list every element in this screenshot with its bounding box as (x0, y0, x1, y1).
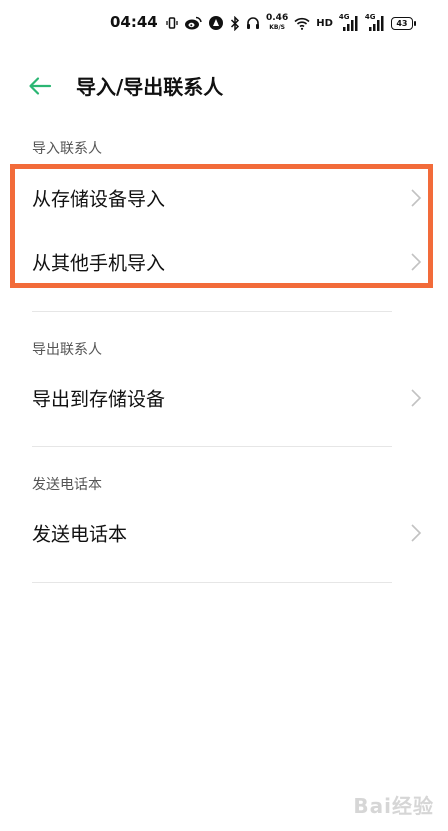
watermark: Bai经验 (353, 794, 434, 818)
signal-icon: 4G (364, 13, 385, 32)
back-arrow-icon (29, 77, 52, 95)
signal-icon: 4G (338, 13, 359, 32)
weibo-icon (185, 16, 202, 30)
signal-2-tag: 4G (364, 13, 376, 21)
import-from-other-phone-row[interactable]: 从其他手机导入 (0, 230, 448, 294)
chevron-right-icon (411, 253, 422, 271)
send-phonebook-row[interactable]: 发送电话本 (0, 501, 448, 565)
row-label: 从其他手机导入 (32, 252, 166, 275)
divider (32, 582, 392, 583)
signal-1-tag: 4G (338, 13, 350, 21)
battery-level: 43 (396, 18, 408, 28)
export-to-storage-row[interactable]: 导出到存储设备 (0, 366, 448, 430)
row-label: 从存储设备导入 (32, 188, 166, 211)
row-label: 发送电话本 (32, 523, 128, 546)
vibrate-icon (166, 17, 178, 29)
status-icons: 0.46 KB/S HD 4G 4G 43 (166, 10, 416, 36)
chevron-right-icon (411, 389, 422, 407)
status-time: 04:44 (110, 13, 158, 31)
row-label: 导出到存储设备 (32, 388, 166, 411)
back-button[interactable] (26, 72, 54, 100)
bluetooth-icon (230, 15, 240, 31)
net-speed-unit: KB/S (269, 24, 285, 31)
chevron-right-icon (411, 189, 422, 207)
battery-icon: 43 (390, 16, 416, 30)
net-speed-value: 0.46 (266, 13, 289, 23)
header: 导入/导出联系人 (0, 60, 448, 112)
divider (32, 446, 392, 447)
divider (32, 311, 392, 312)
wifi-icon (294, 17, 310, 30)
section-label-export: 导出联系人 (32, 342, 102, 358)
status-bar: 04:44 0.46 KB/S HD 4G 4G 43 (0, 0, 448, 46)
app-icon (209, 16, 223, 30)
headset-icon (247, 17, 259, 29)
chevron-right-icon (411, 524, 422, 542)
section-label-send: 发送电话本 (32, 477, 102, 493)
section-label-import: 导入联系人 (32, 141, 102, 157)
net-speed: 0.46 KB/S (266, 14, 288, 32)
page-title: 导入/导出联系人 (76, 75, 224, 99)
hd-label: HD (316, 17, 333, 29)
import-from-storage-row[interactable]: 从存储设备导入 (0, 166, 448, 230)
